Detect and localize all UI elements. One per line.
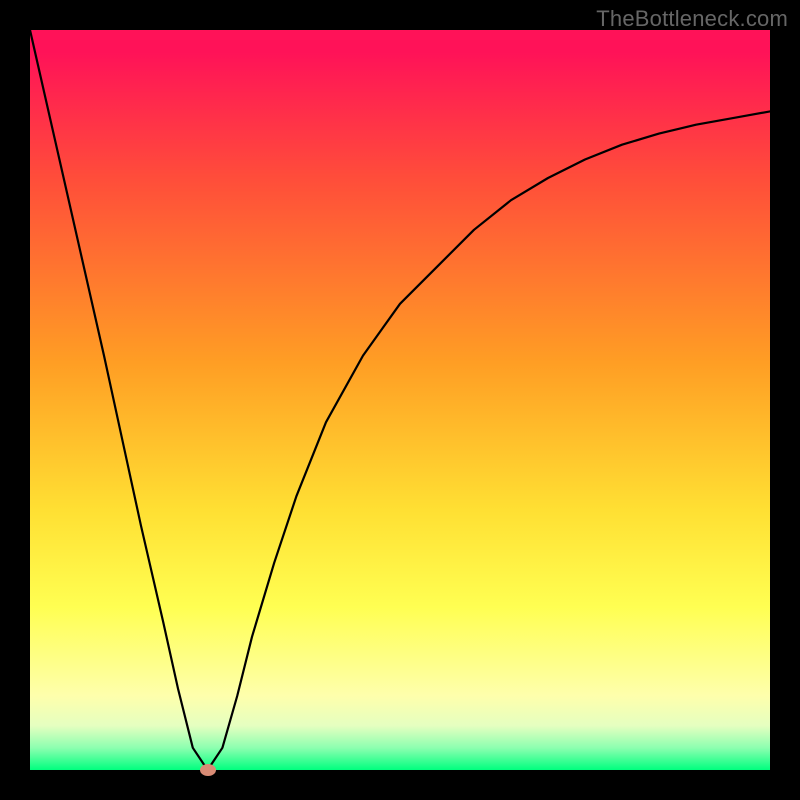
bottleneck-curve bbox=[30, 30, 770, 770]
watermark-text: TheBottleneck.com bbox=[596, 6, 788, 32]
chart-plot-area bbox=[30, 30, 770, 770]
optimal-point-marker bbox=[200, 764, 216, 776]
